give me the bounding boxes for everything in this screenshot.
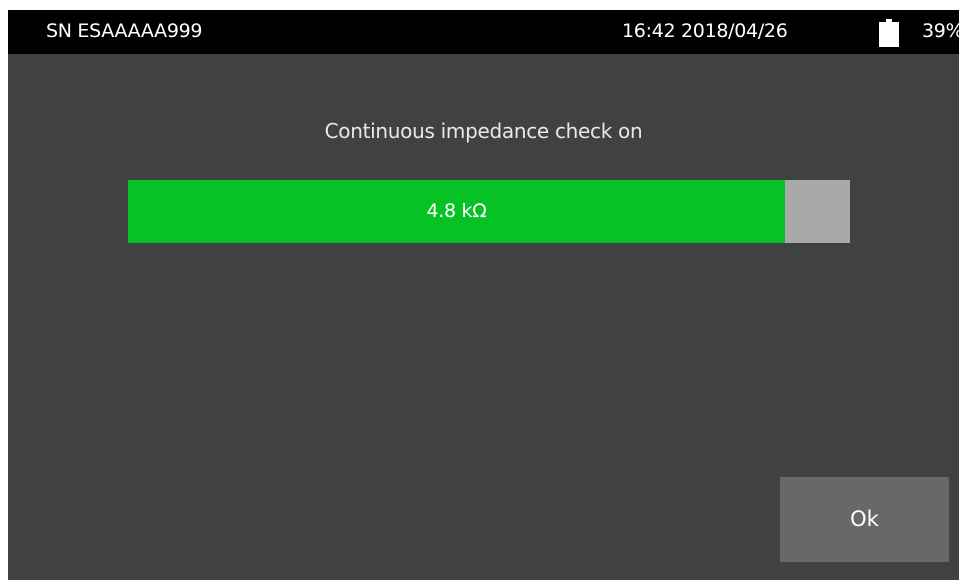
serial-number: SN ESAAAAA999	[46, 20, 203, 42]
impedance-check-message: Continuous impedance check on	[324, 119, 643, 143]
impedance-meter: 4.8 kΩ	[128, 180, 850, 243]
impedance-value: 4.8 kΩ	[426, 200, 487, 222]
ok-button[interactable]: Ok	[780, 477, 949, 562]
battery-icon	[879, 19, 899, 47]
battery-percentage: 39%	[922, 20, 959, 42]
date-time: 16:42 2018/04/26	[622, 20, 788, 42]
device-screen: SN ESAAAAA999 16:42 2018/04/26 39% Conti…	[8, 10, 959, 580]
status-bar: SN ESAAAAA999 16:42 2018/04/26 39%	[8, 10, 959, 54]
